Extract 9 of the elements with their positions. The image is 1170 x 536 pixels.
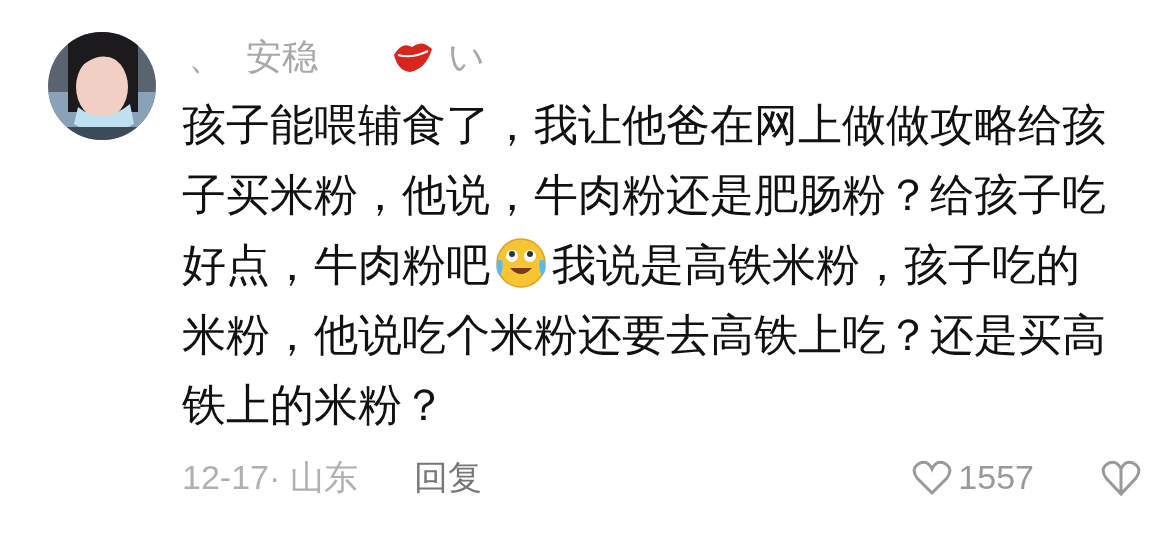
- username-suffix: い: [448, 35, 485, 79]
- username-prefix: 、: [188, 35, 224, 79]
- username[interactable]: 安稳: [246, 30, 318, 84]
- heart-outline-icon[interactable]: [1100, 458, 1142, 497]
- timestamp-location: 12-17· 山东: [182, 457, 358, 498]
- like-count: 1557: [958, 457, 1034, 498]
- heart-icon[interactable]: [912, 459, 953, 496]
- reply-button[interactable]: 回复: [413, 452, 482, 503]
- comment-text: 孩子能喂辅食了，我让他爸在网上做做攻略给孩子买米粉，他说，牛肉粉还是肥肠粉？给孩子吃好点，牛肉粉吧 我说是高铁米粉，孩子吃的米粉，他说吃个米粉还要去高铁上吃？还是买高铁上的米粉？: [182, 99, 1107, 431]
